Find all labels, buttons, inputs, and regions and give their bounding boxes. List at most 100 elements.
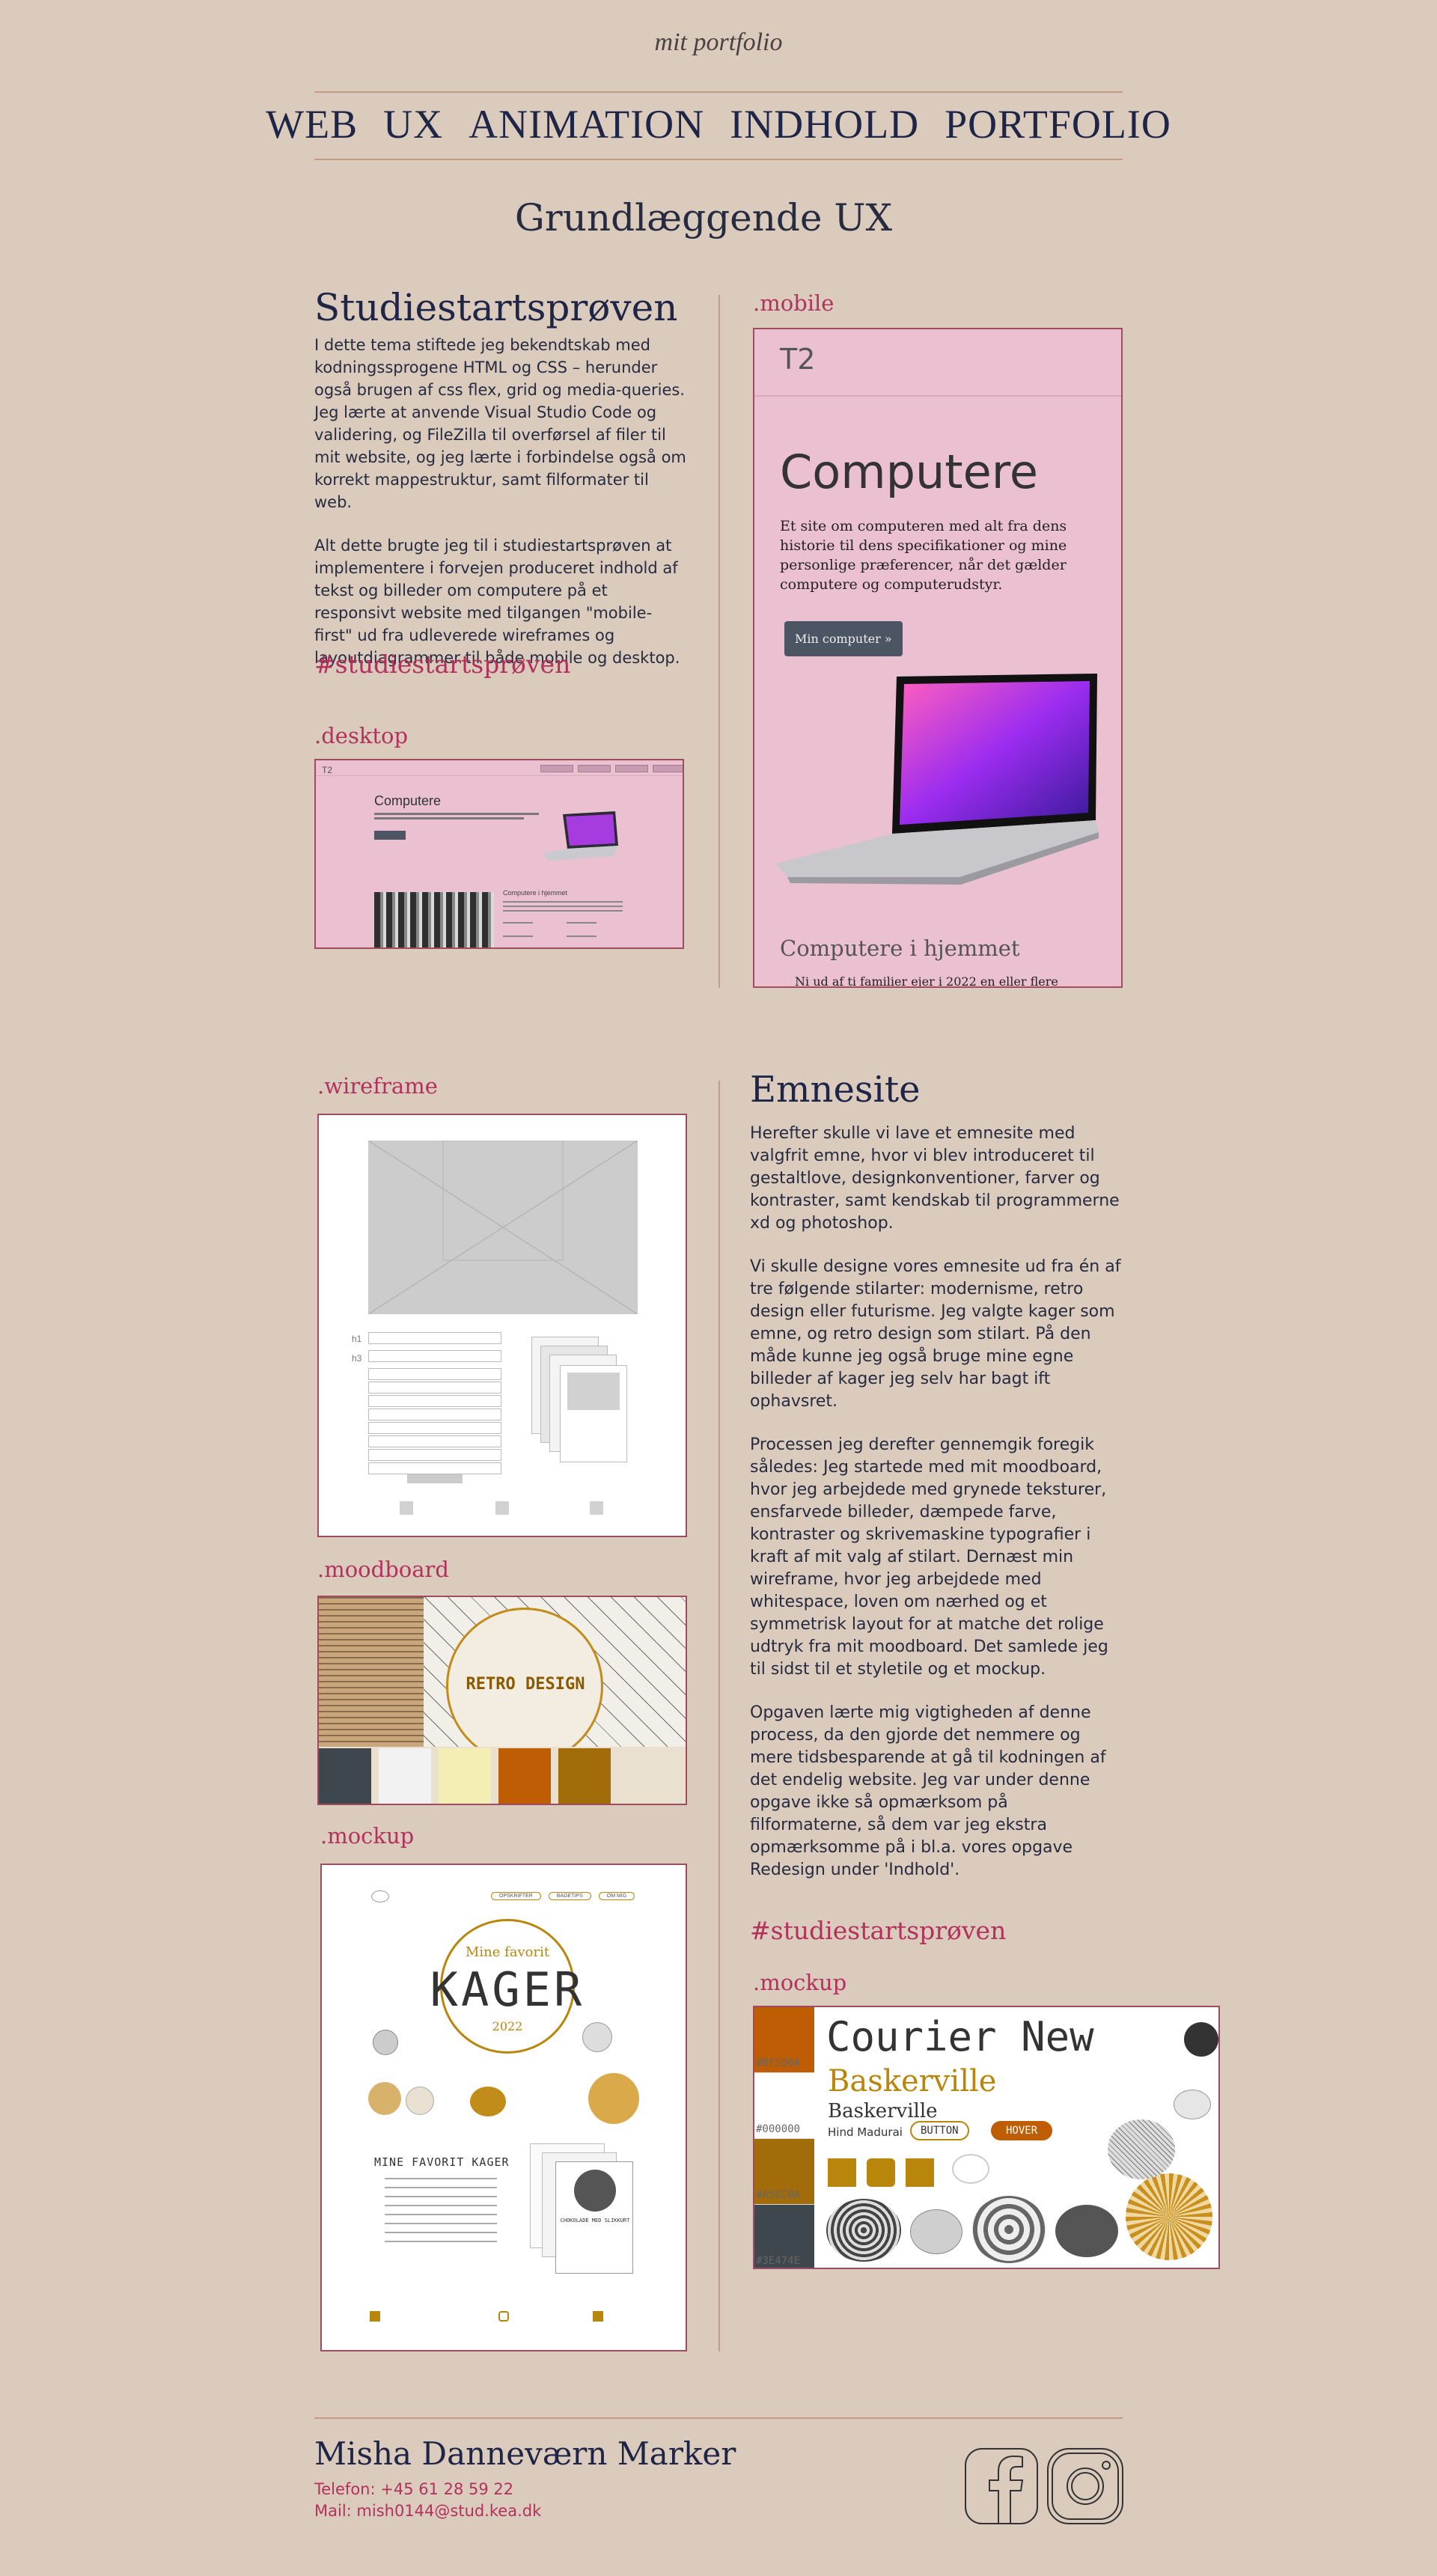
emnesite-hashtag[interactable]: #studiestartsprøven xyxy=(750,1916,1006,1945)
instagram-icon[interactable] xyxy=(1046,2447,1124,2525)
column-divider xyxy=(718,295,720,988)
cake-hero-title: KAGER xyxy=(430,1962,585,2017)
mobile-mock-subtext: Ni ud af ti familier ejer i 2022 en elle… xyxy=(795,974,1058,988)
facebook-icon xyxy=(828,2158,856,2187)
studiestart-paragraph: Alt dette brugte jeg til i studiestartsp… xyxy=(314,537,680,667)
color-swatch xyxy=(319,1748,371,1804)
emnesite-heading: Emnesite xyxy=(750,1069,921,1111)
mockup-label: .mockup xyxy=(320,1823,415,1849)
styletile-font3: Baskerville xyxy=(828,2100,938,2122)
studiestart-heading: Studiestartsprøven xyxy=(314,286,678,329)
linkedin-icon xyxy=(906,2158,934,2187)
instagram-icon xyxy=(498,2311,509,2322)
nav-item-indhold[interactable]: INDHOLD xyxy=(730,101,919,147)
mobile-mock-subheading: Computere i hjemmet xyxy=(780,936,1020,961)
moodboard-newspaper xyxy=(319,1597,424,1747)
moodboard-title: RETRO DESIGN xyxy=(466,1675,585,1694)
facebook-icon[interactable] xyxy=(964,2447,1039,2525)
instagram-icon xyxy=(867,2158,895,2187)
footer-mail: Mail: mish0144@stud.kea.dk xyxy=(314,2502,541,2520)
color-swatch-hex: #BF5D04 xyxy=(756,2057,801,2069)
color-swatch: #000000 xyxy=(754,2073,814,2139)
moodboard-swatches xyxy=(319,1748,611,1804)
color-swatch xyxy=(439,1748,491,1804)
moodboard-image: RETRO DESIGN xyxy=(317,1596,687,1805)
desktop-mock-photo xyxy=(374,892,494,947)
styletile-swatches: #BF5D04 #000000 #A56C0A #3E474E xyxy=(754,2007,814,2268)
mobile-label: .mobile xyxy=(753,290,835,316)
footer-phone-label: Telefon: xyxy=(314,2480,376,2498)
wireframe-h3: h3 xyxy=(352,1353,362,1364)
color-swatch xyxy=(379,1748,431,1804)
styletile-font4: Hind Madurai xyxy=(828,2125,903,2139)
desktop-mock-subheading: Computere i hjemmet xyxy=(503,889,568,897)
cake-mockup-image: OPSKRIFTER BAGETIPS OM MIG Mine favorit … xyxy=(320,1864,687,2351)
color-swatch xyxy=(558,1748,611,1804)
cake-mock-nav: OPSKRIFTER BAGETIPS OM MIG xyxy=(491,1892,635,1900)
laptop-icon xyxy=(543,811,618,861)
color-swatch-hex: #A56C0A xyxy=(756,2189,801,2201)
emnesite-paragraph: Opgaven lærte mig vigtigheden af denne p… xyxy=(750,1703,1106,1879)
footer-divider xyxy=(314,2417,1123,2419)
styletile-hover-button: HOVER xyxy=(991,2121,1053,2140)
site-logo[interactable]: mit portfolio xyxy=(0,28,1437,57)
emnesite-text: Herefter skulle vi lave et emnesite med … xyxy=(750,1123,1123,1902)
mobile-mockup-image: T2 Computere Et site om computeren med a… xyxy=(753,328,1123,988)
cake-logo-icon xyxy=(371,1890,389,1902)
cake-section-heading: MINE FAVORIT KAGER xyxy=(374,2155,510,2169)
footer-mail-label: Mail: xyxy=(314,2502,352,2520)
facebook-icon xyxy=(370,2311,380,2322)
footer-phone: Telefon: +45 61 28 59 22 xyxy=(314,2480,513,2498)
color-swatch-hex: #000000 xyxy=(756,2123,801,2135)
mobile-mock-logo: T2 xyxy=(780,343,816,376)
wireframe-hero xyxy=(368,1141,638,1314)
color-swatch: #3E474E xyxy=(754,2205,814,2268)
studiestart-text: I dette tema stiftede jeg bekendtskab me… xyxy=(314,334,689,690)
cake-hero-year: 2022 xyxy=(492,2019,523,2033)
studiestart-hashtag[interactable]: #studiestartsprøven xyxy=(314,650,570,679)
cake-illustration xyxy=(952,2154,989,2184)
styletile-font2: Baskerville xyxy=(828,2064,997,2099)
footer-name: Misha Danneværn Marker xyxy=(314,2435,736,2472)
desktop-mock-title: Computere xyxy=(374,793,442,808)
emnesite-paragraph: Processen jeg derefter gennemgik foregik… xyxy=(750,1435,1108,1679)
phone-link[interactable]: +45 61 28 59 22 xyxy=(380,2480,513,2498)
nav-item-ux[interactable]: UX xyxy=(383,101,443,147)
cake-illustration xyxy=(368,2082,401,2115)
nav-item-animation[interactable]: ANIMATION xyxy=(469,101,704,147)
wireframe-h1: h1 xyxy=(352,1334,362,1344)
styletile-button: BUTTON xyxy=(910,2121,969,2140)
linkedin-icon xyxy=(593,2311,603,2322)
studiestart-paragraph: I dette tema stiftede jeg bekendtskab me… xyxy=(314,336,686,511)
color-swatch: #A56C0A xyxy=(754,2139,814,2205)
mobile-mock-text: Et site om computeren med alt fra dens h… xyxy=(780,518,1067,593)
header-divider-bottom xyxy=(314,159,1123,160)
wireframe-image: h1 h3 xyxy=(317,1114,687,1537)
mobile-mock-title: Computere xyxy=(780,445,1038,499)
main-nav: WEB UX ANIMATION INDHOLD PORTFOLIO xyxy=(266,101,1171,147)
cake-card: CHOKOLADE MED SLIKKURT xyxy=(555,2161,633,2274)
page-title: Grundlæggende UX xyxy=(514,196,893,239)
cake-card-title: CHOKOLADE MED SLIKKURT xyxy=(560,2218,630,2224)
nav-item-portfolio[interactable]: PORTFOLIO xyxy=(945,101,1171,147)
desktop-mock-logo: T2 xyxy=(322,765,333,775)
cake-hero-subtitle: Mine favorit xyxy=(465,1944,550,1960)
color-swatch: #BF5D04 xyxy=(754,2007,814,2073)
color-swatch xyxy=(498,1748,551,1804)
wireframe-label: .wireframe xyxy=(317,1073,438,1099)
emnesite-paragraph: Vi skulle designe vores emnesite ud fra … xyxy=(750,1257,1121,1411)
mobile-mock-button: Min computer » xyxy=(784,621,903,656)
nav-item-web[interactable]: WEB xyxy=(266,101,358,147)
desktop-label: .desktop xyxy=(314,723,409,748)
header-divider-top xyxy=(314,91,1123,93)
desktop-mock-nav xyxy=(540,765,683,772)
emnesite-paragraph: Herefter skulle vi lave et emnesite med … xyxy=(750,1124,1120,1233)
color-swatch-hex: #3E474E xyxy=(756,2255,801,2267)
laptop-icon xyxy=(775,674,1099,885)
styletile-image: #BF5D04 #000000 #A56C0A #3E474E Courier New… xyxy=(753,2006,1220,2269)
column-divider xyxy=(718,1081,720,2351)
mail-link[interactable]: mish0144@stud.kea.dk xyxy=(356,2502,541,2520)
desktop-mockup-image: T2 Computere Computere i hjemmet xyxy=(314,759,684,949)
styletile-label: .mockup xyxy=(753,1970,847,1995)
cake-nav-item: OPSKRIFTER xyxy=(491,1892,541,1900)
